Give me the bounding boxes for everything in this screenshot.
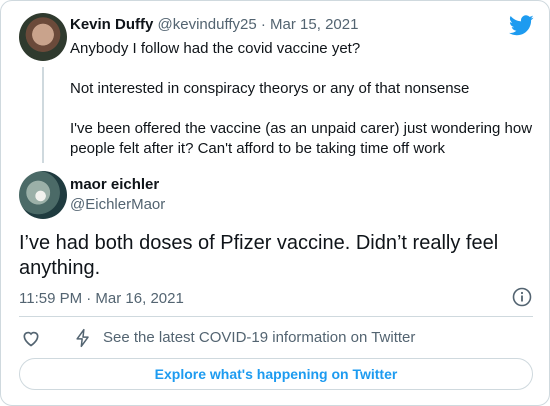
lightning-bolt-icon[interactable] (73, 328, 93, 348)
tweet2-timestamp[interactable]: 11:59 PM · Mar 16, 2021 (19, 289, 184, 309)
embedded-tweet-card: Kevin Duffy @kevinduffy25 · Mar 15, 2021… (0, 0, 550, 406)
tweet1-author-name[interactable]: Kevin Duffy (70, 16, 153, 33)
thread-connector-line (42, 67, 44, 163)
tweet1-date[interactable]: Mar 15, 2021 (270, 16, 358, 33)
covid-info-link[interactable]: See the latest COVID-19 information on T… (103, 328, 415, 348)
tweet1-line3: I've been offered the vaccine (as an unp… (70, 120, 533, 157)
tweet2-header: maor eichler @EichlerMaor (70, 175, 165, 215)
tweet1-header: Kevin Duffy @kevinduffy25 · Mar 15, 2021 (70, 15, 358, 35)
tweet1-line1: Anybody I follow had the covid vaccine y… (70, 40, 361, 57)
heart-icon[interactable] (21, 328, 41, 348)
avatar-maor-eichler[interactable] (19, 171, 67, 219)
twitter-bird-icon[interactable] (509, 15, 534, 36)
tweet1-separator: · (260, 16, 266, 33)
avatar-kevin-duffy[interactable] (19, 13, 67, 61)
tweet2-text: I’ve had both doses of Pfizer vaccine. D… (19, 232, 499, 279)
tweet2-handle[interactable]: @EichlerMaor (70, 195, 165, 215)
info-icon[interactable] (512, 287, 532, 307)
tweet1-handle[interactable]: @kevinduffy25 (158, 16, 257, 33)
tweet1-line2: Not interested in conspiracy theorys or … (70, 80, 470, 97)
tweet2-author-name[interactable]: maor eichler (70, 175, 165, 195)
actions-divider (19, 316, 533, 317)
tweet1-text: Anybody I follow had the covid vaccine y… (70, 39, 540, 159)
explore-button-label: Explore what's happening on Twitter (154, 366, 398, 382)
explore-twitter-button[interactable]: Explore what's happening on Twitter (19, 358, 533, 390)
